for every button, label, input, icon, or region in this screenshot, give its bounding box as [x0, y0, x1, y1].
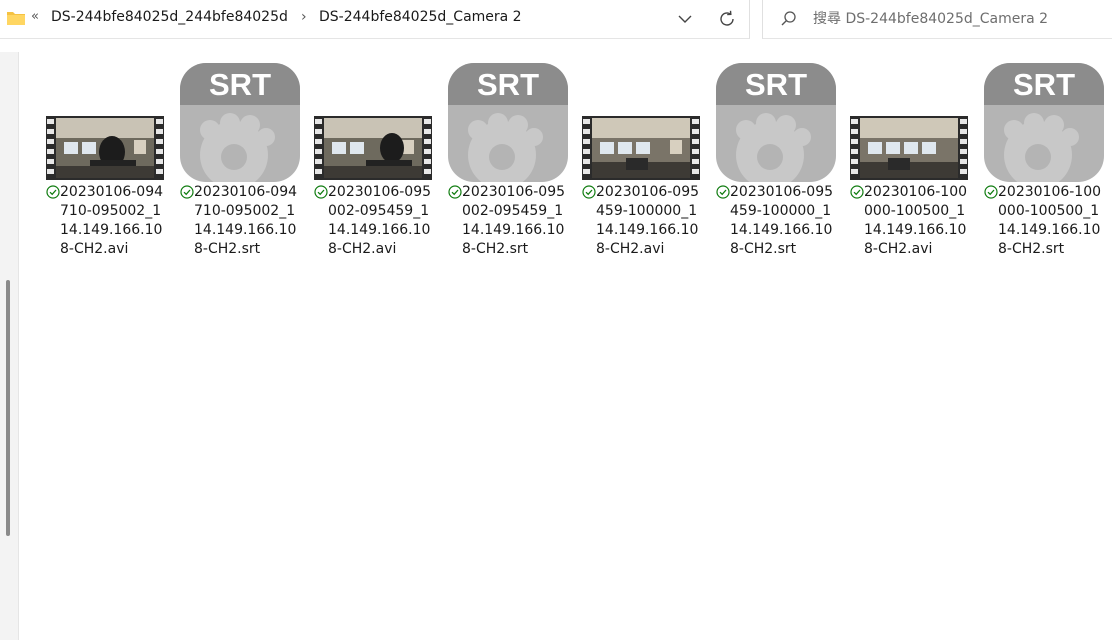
video-thumbnail [582, 116, 700, 180]
file-item[interactable]: 20230106-094710-095002_114.149.166.108-C… [40, 62, 166, 262]
sync-available-icon [180, 185, 194, 199]
file-item[interactable]: SRT 20230106-095002-095459_114.149.166.1… [442, 62, 568, 262]
search-box[interactable] [762, 0, 1112, 39]
sync-available-icon [448, 185, 462, 199]
refresh-button[interactable] [714, 6, 740, 32]
srt-file-icon: SRT [448, 63, 568, 182]
sync-available-icon [716, 185, 730, 199]
srt-badge-label: SRT [1013, 67, 1075, 102]
breadcrumb-overflow-button[interactable]: « [31, 9, 39, 24]
file-name: 20230106-094710-095002_114.149.166.108-C… [60, 184, 164, 257]
file-name: 20230106-095459-100000_114.149.166.108-C… [596, 184, 700, 257]
file-item[interactable]: SRT 20230106-094710-095002_114.149.166.1… [174, 62, 300, 262]
srt-badge-label: SRT [477, 67, 539, 102]
file-list: 20230106-094710-095002_114.149.166.108-C… [20, 52, 1112, 640]
sync-available-icon [582, 185, 596, 199]
breadcrumb-item-parent[interactable]: DS-244bfe84025d_244bfe84025d [51, 9, 288, 25]
sync-available-icon [314, 185, 328, 199]
file-item[interactable]: 20230106-095002-095459_114.149.166.108-C… [308, 62, 434, 262]
video-thumbnail [850, 116, 968, 180]
chevron-down-icon [678, 15, 692, 23]
folder-icon [7, 12, 25, 25]
srt-badge-label: SRT [745, 67, 807, 102]
search-icon [781, 11, 796, 26]
scrollbar-thumb[interactable] [6, 280, 10, 536]
srt-file-icon: SRT [716, 63, 836, 182]
file-name: 20230106-095002-095459_114.149.166.108-C… [462, 184, 566, 257]
file-name: 20230106-100000-100500_114.149.166.108-C… [864, 184, 968, 257]
navigation-pane [0, 52, 19, 640]
video-thumbnail [314, 116, 432, 180]
sync-available-icon [850, 185, 864, 199]
breadcrumb-separator[interactable]: › [301, 9, 307, 25]
address-bar[interactable]: « DS-244bfe84025d_244bfe84025d › DS-244b… [0, 0, 750, 39]
sync-available-icon [46, 185, 60, 199]
refresh-icon [720, 10, 734, 26]
file-item[interactable]: SRT 20230106-095459-100000_114.149.166.1… [710, 62, 836, 262]
file-item[interactable]: SRT 20230106-100000-100500_114.149.166.1… [978, 62, 1104, 262]
file-name: 20230106-095459-100000_114.149.166.108-C… [730, 184, 834, 257]
file-name: 20230106-094710-095002_114.149.166.108-C… [194, 184, 298, 257]
video-thumbnail [46, 116, 164, 180]
srt-badge-label: SRT [209, 67, 271, 102]
address-history-dropdown-button[interactable] [672, 6, 698, 32]
search-input[interactable] [813, 8, 1103, 30]
sync-available-icon [984, 185, 998, 199]
file-item[interactable]: 20230106-095459-100000_114.149.166.108-C… [576, 62, 702, 262]
breadcrumb-item-current[interactable]: DS-244bfe84025d_Camera 2 [319, 9, 522, 25]
file-name: 20230106-095002-095459_114.149.166.108-C… [328, 184, 432, 257]
file-name: 20230106-100000-100500_114.149.166.108-C… [998, 184, 1102, 257]
file-item[interactable]: 20230106-100000-100500_114.149.166.108-C… [844, 62, 970, 262]
srt-file-icon: SRT [984, 63, 1104, 182]
top-bar: « DS-244bfe84025d_244bfe84025d › DS-244b… [0, 0, 1112, 40]
srt-file-icon: SRT [180, 63, 300, 182]
